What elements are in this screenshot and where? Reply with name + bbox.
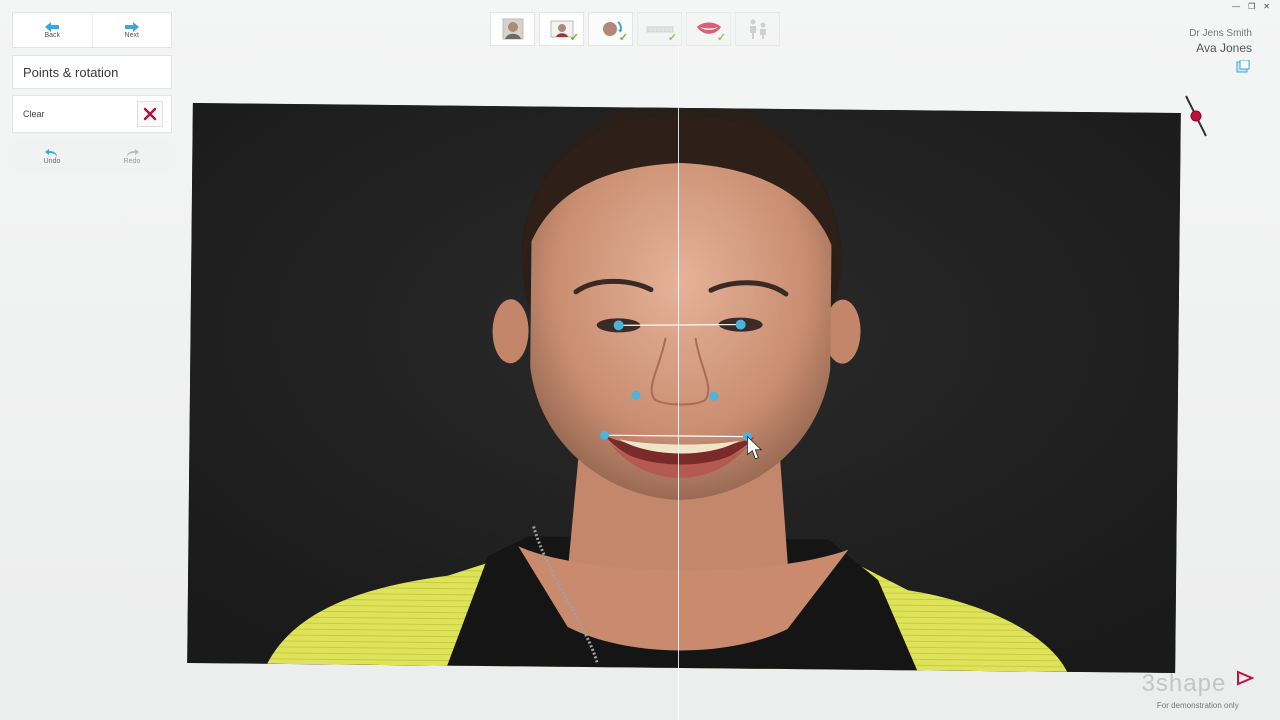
next-label: Next	[124, 31, 139, 39]
patient-name: Ava Jones	[1196, 41, 1252, 55]
close-x-icon	[143, 107, 157, 121]
user-info: Dr Jens Smith Ava Jones	[1189, 28, 1252, 55]
workflow-step-dental-arch[interactable]: ✓	[637, 12, 682, 46]
workflow-bar: ✓ ✓ ✓ ✓	[490, 12, 780, 46]
mouth-line	[604, 434, 748, 438]
check-icon: ✓	[716, 32, 726, 44]
landmark-overlay	[600, 319, 763, 460]
workflow-step-smile[interactable]: ✓	[686, 12, 731, 46]
close-icon[interactable]: ✕	[1263, 2, 1270, 11]
landmark-right-nostril[interactable]	[709, 391, 719, 401]
minimize-icon[interactable]: —	[1232, 2, 1240, 11]
clear-row: Clear	[12, 95, 172, 133]
clear-label: Clear	[23, 109, 45, 119]
undo-icon	[45, 148, 57, 157]
panel-title: Points & rotation	[12, 55, 172, 89]
brand-triangle-icon	[1237, 670, 1255, 686]
doctor-name: Dr Jens Smith	[1189, 28, 1252, 39]
mouse-cursor-icon	[746, 435, 763, 460]
patient-record-icon[interactable]	[1236, 60, 1250, 74]
undo-redo-bar: Undo Redo	[12, 139, 172, 173]
redo-label: Redo	[123, 157, 141, 165]
clear-button[interactable]	[137, 101, 163, 127]
arrow-right-icon	[124, 21, 139, 32]
brand-logo: 3shape	[1141, 670, 1255, 698]
back-button[interactable]: Back	[13, 13, 92, 47]
redo-icon	[127, 148, 139, 157]
workflow-step-presentation[interactable]	[735, 12, 780, 46]
presentation-icon	[749, 19, 766, 39]
patient-photo[interactable]	[187, 103, 1181, 673]
portrait-photo-icon	[502, 18, 523, 40]
eye-line	[618, 323, 741, 326]
rotation-handle-icon[interactable]	[1182, 94, 1212, 142]
undo-button[interactable]: Undo	[12, 139, 92, 173]
check-icon: ✓	[569, 32, 579, 44]
brand-subtitle: For demonstration only	[1156, 701, 1239, 710]
landmark-left-mouth-corner[interactable]	[600, 430, 610, 440]
workflow-step-face-points[interactable]: ✓	[588, 12, 633, 46]
workflow-step-portrait[interactable]	[490, 12, 535, 46]
undo-label: Undo	[43, 157, 61, 165]
check-icon: ✓	[667, 32, 677, 44]
workflow-step-photo-upload[interactable]: ✓	[539, 12, 584, 46]
check-icon: ✓	[618, 32, 628, 44]
brand-logo-text: 3shape	[1141, 670, 1227, 697]
next-button[interactable]: Next	[91, 13, 172, 47]
back-label: Back	[44, 31, 61, 39]
left-panel: Back Next Points & rotation Clear Undo R…	[12, 12, 172, 173]
landmark-left-pupil[interactable]	[613, 320, 624, 331]
restore-icon[interactable]: ❐	[1248, 2, 1255, 11]
redo-button[interactable]: Redo	[92, 139, 172, 173]
brand: 3shape For demonstration only	[1141, 670, 1255, 710]
midline-guide[interactable]	[678, 46, 679, 720]
arrow-left-icon	[45, 21, 60, 32]
landmark-right-pupil[interactable]	[735, 319, 746, 330]
landmark-left-nostril[interactable]	[631, 391, 641, 401]
navigation-bar: Back Next	[12, 12, 172, 48]
window-controls: — ❐ ✕	[1232, 2, 1270, 11]
